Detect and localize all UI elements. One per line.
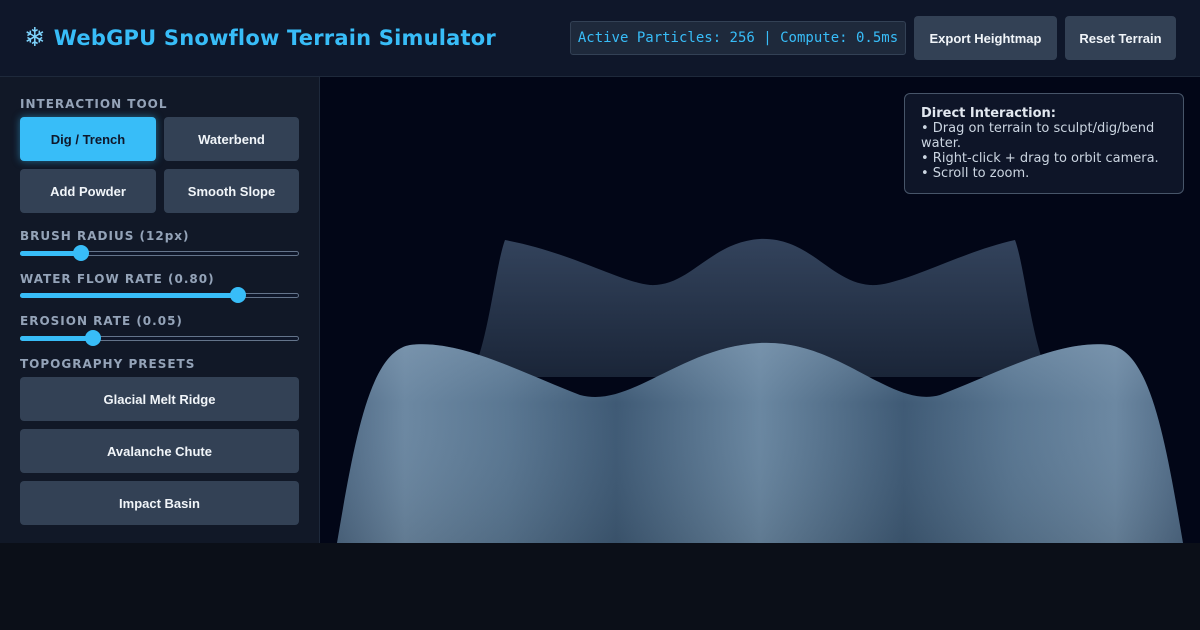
water-flow-rate-slider[interactable] <box>20 287 299 303</box>
slider-thumb[interactable] <box>84 330 101 346</box>
snowflake-icon: ❄ <box>24 23 46 53</box>
header-bar: ❄ WebGPU Snowflow Terrain Simulator Acti… <box>0 0 1200 77</box>
water-flow-rate-label: WATER FLOW RATE (0.80) <box>20 272 215 286</box>
brush-radius-label: BRUSH RADIUS (12px) <box>20 229 190 243</box>
preset-impact-basin-button[interactable]: Impact Basin <box>20 481 299 525</box>
topography-presets-heading: TOPOGRAPHY PRESETS <box>20 357 196 371</box>
app-window: ❄ WebGPU Snowflow Terrain Simulator Acti… <box>0 0 1200 630</box>
control-sidebar: INTERACTION TOOL Dig / Trench Waterbend … <box>0 77 320 543</box>
hint-line: • Drag on terrain to sculpt/dig/bend <box>921 121 1155 136</box>
interaction-hint-panel: Direct Interaction: • Drag on terrain to… <box>904 93 1184 194</box>
terrain-front-shade <box>337 342 1183 543</box>
hint-line: water. <box>921 136 961 151</box>
interaction-tool-heading: INTERACTION TOOL <box>20 97 168 111</box>
app-title: WebGPU Snowflow Terrain Simulator <box>53 26 496 50</box>
slider-fill <box>20 251 82 256</box>
tool-dig-trench-button[interactable]: Dig / Trench <box>20 117 156 161</box>
erosion-rate-label: EROSION RATE (0.05) <box>20 314 183 328</box>
preset-avalanche-chute-button[interactable]: Avalanche Chute <box>20 429 299 473</box>
status-readout: Active Particles: 256 | Compute: 0.5ms <box>570 21 906 55</box>
slider-fill <box>20 293 238 298</box>
slider-thumb[interactable] <box>229 287 246 303</box>
brush-radius-slider[interactable] <box>20 245 299 261</box>
slider-thumb[interactable] <box>73 245 90 261</box>
hint-title: Direct Interaction: <box>921 106 1056 121</box>
erosion-rate-slider[interactable] <box>20 330 299 346</box>
tool-smooth-slope-button[interactable]: Smooth Slope <box>164 169 299 213</box>
preset-glacial-melt-ridge-button[interactable]: Glacial Melt Ridge <box>20 377 299 421</box>
slider-fill <box>20 336 93 341</box>
terrain-viewport[interactable]: Direct Interaction: • Drag on terrain to… <box>320 77 1200 543</box>
reset-terrain-button[interactable]: Reset Terrain <box>1065 16 1176 60</box>
hint-line: • Right-click + drag to orbit camera. <box>921 151 1159 166</box>
export-heightmap-button[interactable]: Export Heightmap <box>914 16 1057 60</box>
brand: ❄ WebGPU Snowflow Terrain Simulator <box>24 22 496 54</box>
tool-add-powder-button[interactable]: Add Powder <box>20 169 156 213</box>
tool-waterbend-button[interactable]: Waterbend <box>164 117 299 161</box>
bottom-area <box>0 543 1200 630</box>
hint-line: • Scroll to zoom. <box>921 166 1030 181</box>
